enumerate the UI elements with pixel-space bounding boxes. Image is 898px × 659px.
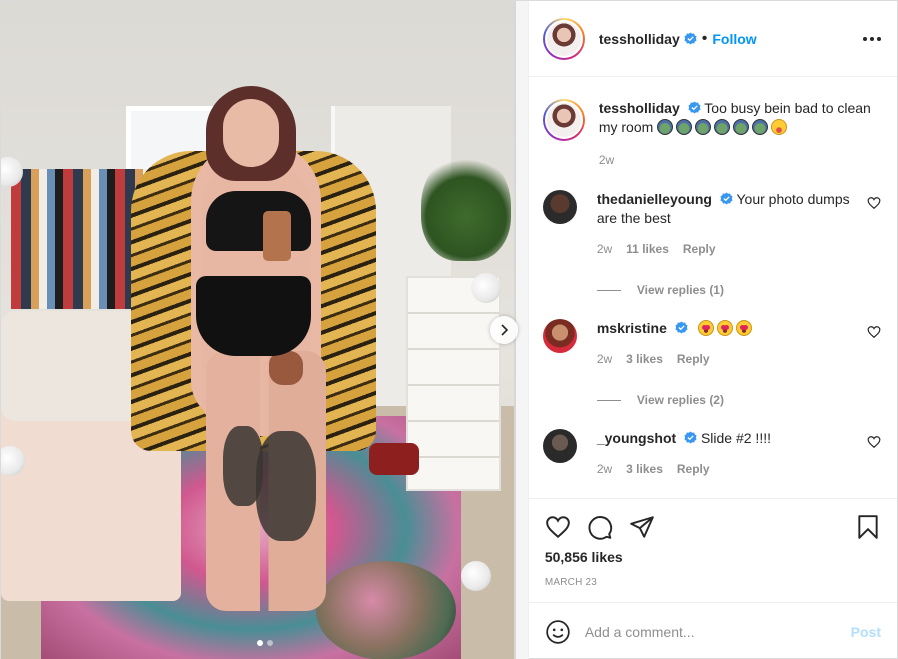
pepe-emoji-icon [752,119,769,135]
reply-button[interactable]: Reply [677,350,710,369]
comment-emojis [697,320,755,336]
photo-tattoo [256,431,316,541]
carousel-next-button[interactable] [490,316,518,344]
pepe-emoji-icon [714,119,731,135]
heart-eyes-emoji-icon [716,320,733,336]
comment-username[interactable]: thedanielleyoung [597,191,712,207]
emoji-icon[interactable] [545,619,571,645]
comments-list: tessholliday Too busy bein bad to clean … [529,77,897,498]
photo-tattoo [223,426,263,506]
post-actions: 50,856 likes MARCH 23 [528,498,897,602]
tongue-emoji-icon [771,119,788,135]
comment-time[interactable]: 2w [597,350,612,369]
photo-phone [263,211,291,261]
commenter-avatar[interactable] [542,190,577,224]
comment-item: thedanielleyoung Your photo dumps are th… [542,190,881,259]
more-options-icon[interactable] [863,36,881,41]
photo-boot [369,443,419,475]
photo-face [223,99,279,167]
comment-input[interactable] [584,623,851,640]
header-separator: • [701,29,708,47]
mirror-bulb [461,561,491,591]
pepe-emoji-icon [733,119,750,135]
heart-eyes-emoji-icon [735,320,752,336]
heart-icon[interactable] [867,325,881,339]
pepe-emoji-icon [676,119,693,135]
pepe-emoji-icon [695,119,712,135]
comment-likes[interactable]: 11 likes [626,240,669,259]
heart-icon[interactable] [545,514,571,540]
chevron-right-icon [501,324,509,336]
post-photo[interactable] [1,1,528,659]
reply-button[interactable]: Reply [677,460,710,479]
add-comment-bar: Post [528,602,897,659]
post-comment-button[interactable]: Post [851,624,881,640]
carousel-indicator [1,640,528,646]
caption-avatar[interactable] [542,99,585,141]
author-avatar[interactable] [542,17,585,60]
bookmark-icon[interactable] [855,514,881,540]
photo-plant [421,151,511,261]
verified-badge-icon [675,321,688,334]
comment-username[interactable]: mskristine [597,320,667,336]
carousel-dot [257,640,263,646]
post-side-panel: tessholliday • Follow tessholliday Too b… [527,1,897,659]
reply-button[interactable]: Reply [683,240,716,259]
follow-button[interactable]: Follow [712,31,756,47]
view-replies-button[interactable]: View replies (1) [596,283,881,297]
instagram-post: tessholliday • Follow tessholliday Too b… [0,0,898,659]
comment-item: mskristine 2w 3 likes Reply [542,319,881,369]
caption: tessholliday Too busy bein bad to clean … [542,99,881,170]
heart-icon[interactable] [867,196,881,210]
verified-badge-icon [684,431,697,444]
verified-badge-icon [684,32,697,45]
heart-eyes-emoji-icon [697,320,714,336]
photo-bra [206,191,311,251]
caption-time[interactable]: 2w [599,151,614,170]
photo-briefs [196,276,311,356]
comment-item: _youngshot Slide #2 !!!! 2w 3 likes Repl… [542,429,881,479]
post-header: tessholliday • Follow [528,1,897,77]
comment-icon[interactable] [587,514,613,540]
commenter-avatar[interactable] [542,429,577,463]
share-icon[interactable] [629,514,655,540]
comment-likes[interactable]: 3 likes [626,460,663,479]
comment-username[interactable]: _youngshot [597,430,676,446]
photo-tattoo [269,351,303,385]
author-username[interactable]: tessholliday [599,31,680,47]
caption-username[interactable]: tessholliday [599,100,680,116]
pepe-emoji-icon [657,119,674,135]
photo-dresser [406,276,501,491]
post-date[interactable]: MARCH 23 [545,577,881,588]
view-replies-button[interactable]: View replies (2) [596,393,881,407]
comment-likes[interactable]: 3 likes [626,350,663,369]
comment-time[interactable]: 2w [597,240,612,259]
caption-emojis [657,119,790,135]
mirror-bulb [471,273,501,303]
verified-badge-icon [720,192,733,205]
comment-time[interactable]: 2w [597,460,612,479]
heart-icon[interactable] [867,435,881,449]
comment-text: Slide #2 !!!! [700,430,771,446]
carousel-dot [267,640,273,646]
commenter-avatar[interactable] [542,319,577,353]
verified-badge-icon [688,101,701,114]
likes-count[interactable]: 50,856 likes [545,549,881,565]
